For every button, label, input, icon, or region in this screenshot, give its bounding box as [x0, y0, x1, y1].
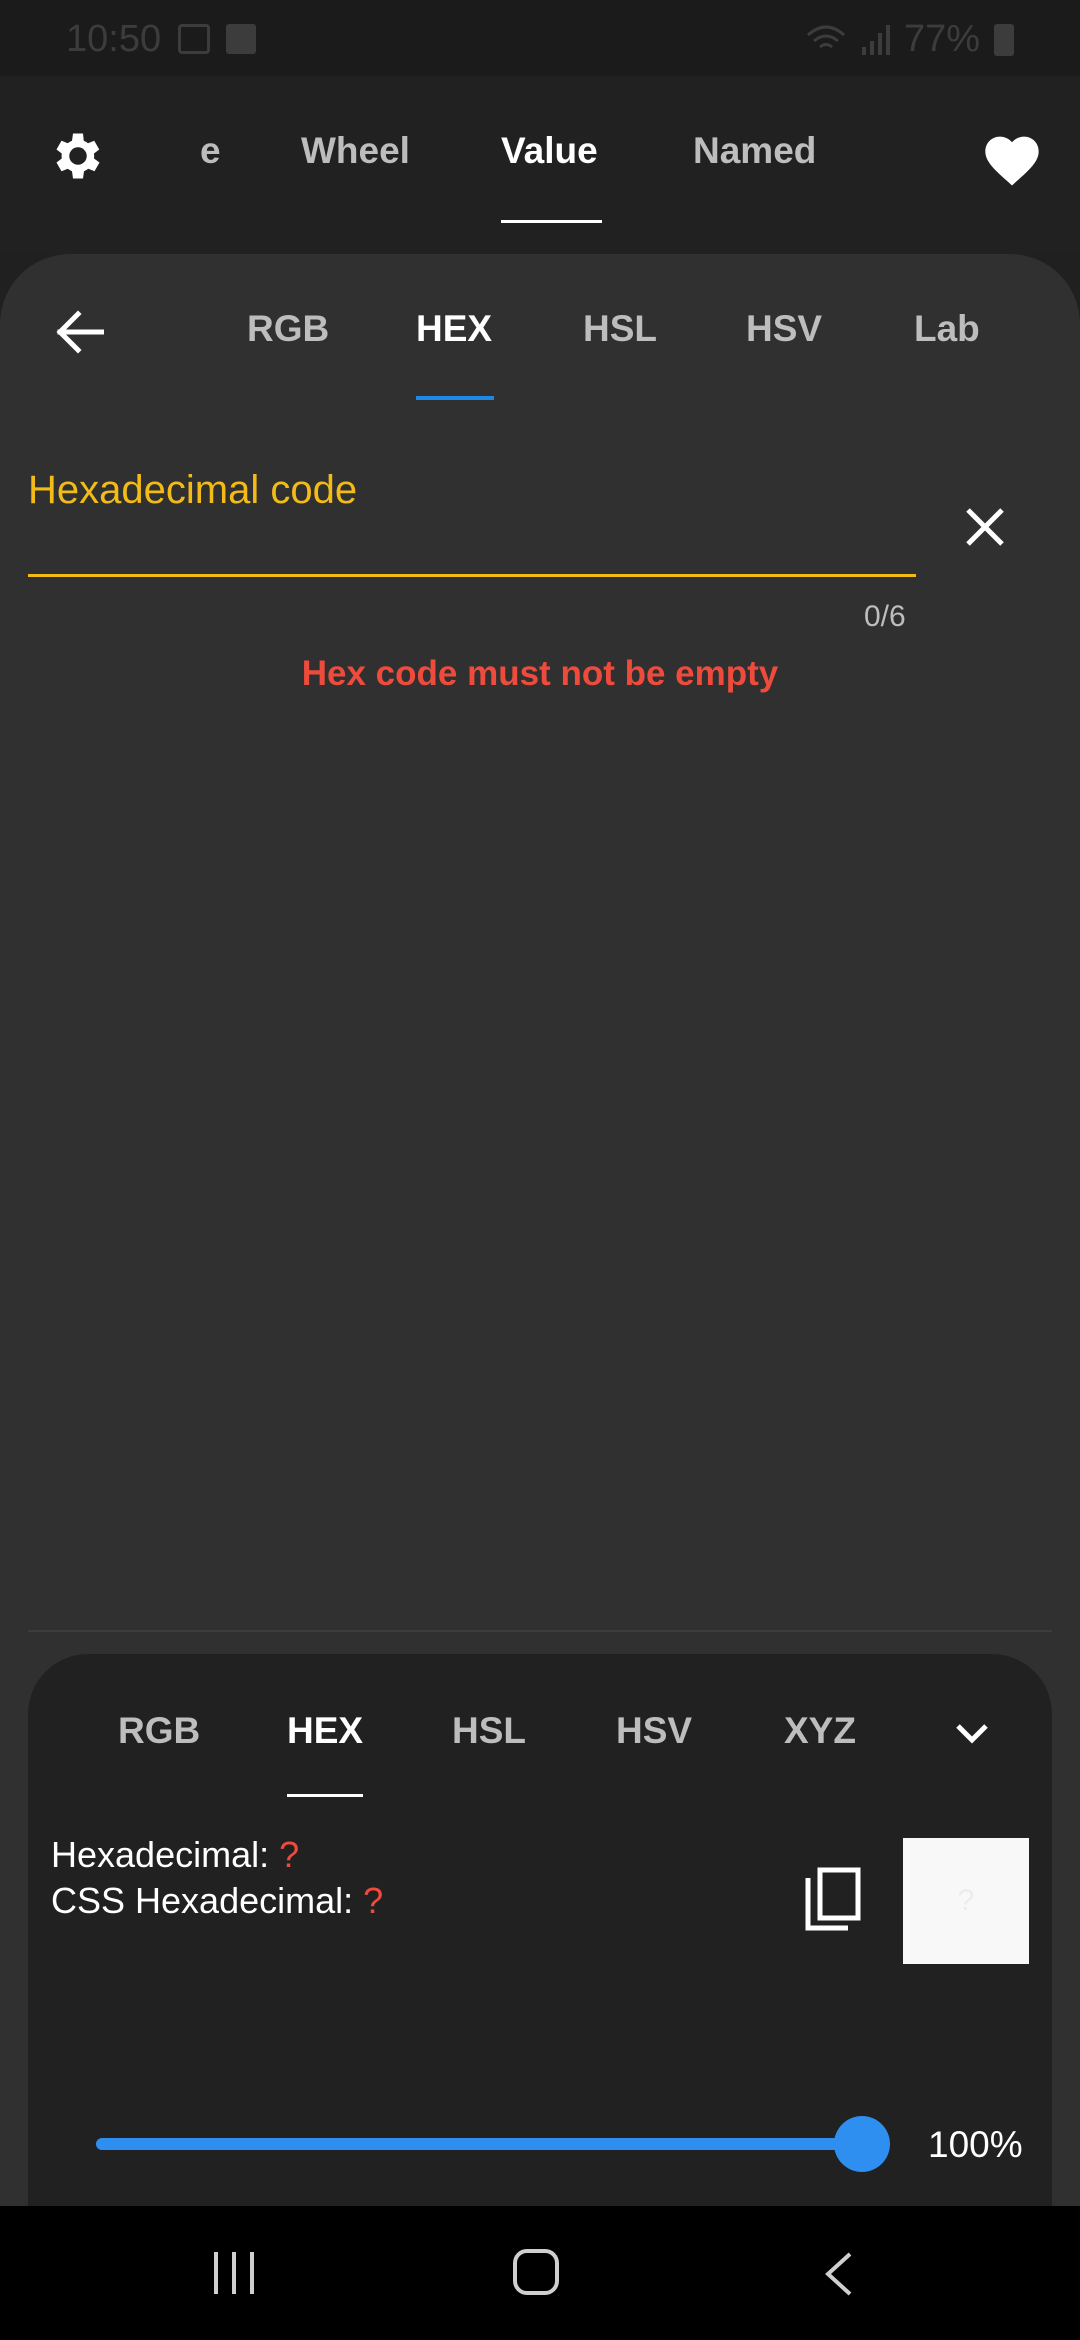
color-swatch[interactable]: ?: [903, 1838, 1029, 1964]
info-tab-indicator: [287, 1794, 363, 1797]
css-hexadecimal-value: ?: [363, 1880, 384, 1921]
hex-code-input[interactable]: [28, 524, 920, 566]
signal-icon: [861, 24, 890, 55]
css-hexadecimal-label: CSS Hexadecimal:: [51, 1880, 364, 1921]
tab-wheel[interactable]: Wheel: [301, 130, 410, 172]
alpha-value: 100%: [928, 2124, 1023, 2165]
tab-named[interactable]: Named: [693, 130, 816, 172]
alpha-slider-track[interactable]: [96, 2138, 890, 2150]
hexadecimal-label: Hexadecimal:: [51, 1834, 280, 1875]
checkbox-notification-icon: [226, 24, 256, 54]
tab-rgb[interactable]: RGB: [247, 308, 329, 350]
info-tab-rgb[interactable]: RGB: [118, 1710, 200, 1752]
status-right: 77%: [806, 18, 1014, 61]
css-hexadecimal-row: CSS Hexadecimal: ?: [51, 1880, 383, 1922]
divider: [28, 1630, 1052, 1632]
chevron-down-icon[interactable]: [952, 1720, 992, 1748]
info-tab-hsv[interactable]: HSV: [616, 1710, 692, 1752]
gear-icon[interactable]: [48, 126, 108, 186]
tab-lab[interactable]: Lab: [914, 308, 980, 350]
tab-value[interactable]: Value: [501, 130, 598, 172]
active-tab-indicator: [501, 220, 602, 223]
input-underline: [28, 574, 916, 577]
tab-hsl[interactable]: HSL: [583, 308, 657, 350]
top-app-bar: e Wheel Value Named: [0, 76, 1080, 254]
character-counter: 0/6: [864, 600, 906, 633]
tab-hex[interactable]: HEX: [416, 308, 492, 350]
battery-percent: 77%: [903, 18, 980, 60]
alpha-slider-thumb[interactable]: [834, 2116, 890, 2172]
back-arrow-icon[interactable]: [54, 310, 104, 354]
info-tab-xyz[interactable]: XYZ: [784, 1710, 856, 1752]
home-icon[interactable]: [512, 2248, 560, 2296]
battery-icon: [994, 23, 1014, 56]
color-info-card: RGB HEX HSL HSV XYZ Hexadecimal: ? CSS H…: [28, 1654, 1052, 2214]
tab-partial[interactable]: e: [200, 130, 221, 172]
tab-hsv[interactable]: HSV: [746, 308, 822, 350]
nav-back-icon[interactable]: [822, 2250, 856, 2298]
info-tab-hsl[interactable]: HSL: [452, 1710, 526, 1752]
swatch-text: ?: [957, 1884, 975, 1917]
wifi-icon: [806, 25, 845, 48]
recents-icon[interactable]: [210, 2250, 258, 2296]
status-bar: 10:50 77%: [0, 0, 1080, 76]
hexadecimal-row: Hexadecimal: ?: [51, 1834, 299, 1876]
close-icon[interactable]: [960, 502, 1010, 552]
gallery-notification-icon: [178, 24, 210, 54]
active-subtab-indicator: [416, 396, 494, 400]
hex-code-label: Hexadecimal code: [28, 468, 358, 512]
info-tab-hex[interactable]: HEX: [287, 1710, 363, 1752]
status-time: 10:50: [66, 18, 162, 60]
system-nav-bar: [0, 2206, 1080, 2340]
error-message: Hex code must not be empty: [301, 654, 779, 693]
heart-icon[interactable]: [980, 128, 1044, 188]
copy-icon[interactable]: [802, 1866, 864, 1936]
hexadecimal-value: ?: [279, 1834, 300, 1875]
